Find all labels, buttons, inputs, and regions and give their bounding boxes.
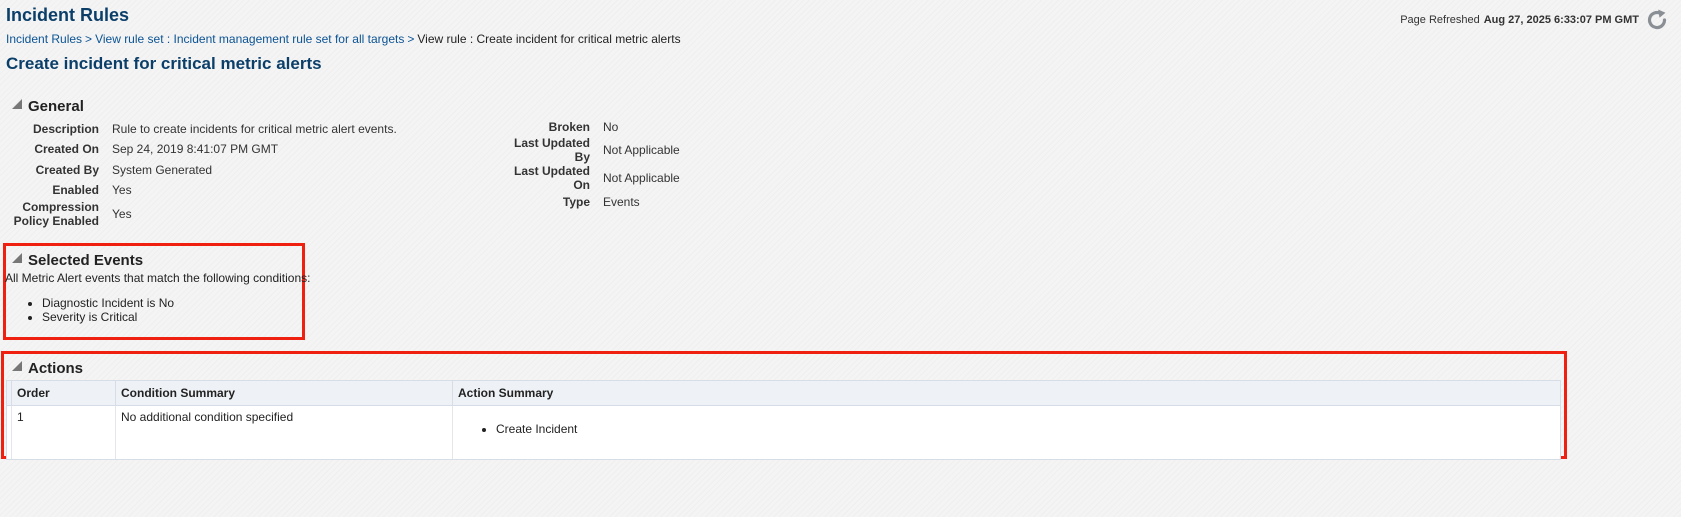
field-created-by: Created By System Generated xyxy=(0,159,397,180)
condition-item: Severity is Critical xyxy=(42,310,174,324)
selected-events-description: All Metric Alert events that match the f… xyxy=(5,271,311,285)
field-last-updated-on: Last Updated On Not Applicable xyxy=(490,164,680,192)
field-description: Description Rule to create incidents for… xyxy=(0,118,397,139)
field-value: Events xyxy=(603,195,640,209)
field-label: Type xyxy=(562,195,590,209)
field-label-line: Last Updated xyxy=(513,164,590,178)
field-last-updated-by: Last Updated By Not Applicable xyxy=(490,136,680,164)
field-value: Yes xyxy=(112,182,132,197)
action-item: Create Incident xyxy=(496,422,1555,436)
field-broken: Broken No xyxy=(490,118,680,136)
field-label-line: Compression xyxy=(22,200,99,214)
collapse-triangle-icon xyxy=(12,98,22,109)
field-value: Rule to create incidents for critical me… xyxy=(112,121,397,136)
field-label: Created By xyxy=(35,162,99,177)
refresh-label: Page Refreshed xyxy=(1400,14,1480,26)
breadcrumb-incident-rules[interactable]: Incident Rules xyxy=(6,32,82,46)
column-header-action-summary[interactable]: Action Summary xyxy=(452,381,1560,406)
field-label: Compression Policy Enabled xyxy=(0,200,99,228)
field-label: Broken xyxy=(548,120,590,134)
field-label: Last Updated By xyxy=(490,136,590,164)
field-created-on: Created On Sep 24, 2019 8:41:07 PM GMT xyxy=(0,139,397,159)
field-value: Not Applicable xyxy=(603,171,680,185)
table-header-row: Order Condition Summary Action Summary xyxy=(7,381,1560,406)
collapse-triangle-icon xyxy=(12,360,22,371)
breadcrumb-separator: > xyxy=(85,32,93,46)
general-right-fields: Broken No Last Updated By Not Applicable… xyxy=(490,118,680,212)
breadcrumb: Incident Rules > View rule set : Incident … xyxy=(6,32,681,46)
breadcrumb-separator: > xyxy=(407,32,415,46)
collapse-triangle-icon xyxy=(12,252,22,263)
field-label-line: Policy Enabled xyxy=(13,214,99,228)
selected-events-section-toggle[interactable]: Selected Events xyxy=(12,252,143,269)
field-label-line: Last Updated xyxy=(513,136,590,150)
field-value: Not Applicable xyxy=(603,143,680,157)
breadcrumb-current: View rule : Create incident for critical… xyxy=(417,32,681,46)
action-list: Create Incident xyxy=(458,422,1555,436)
column-header-condition-summary[interactable]: Condition Summary xyxy=(115,381,453,406)
general-left-fields: Description Rule to create incidents for… xyxy=(0,118,397,229)
field-label: Enabled xyxy=(52,182,99,197)
field-compression-policy: Compression Policy Enabled Yes xyxy=(0,199,397,229)
table-row[interactable]: 1 No additional condition specified Crea… xyxy=(7,405,1560,459)
field-label-line: On xyxy=(573,178,590,192)
field-label: Last Updated On xyxy=(490,164,590,192)
field-value: Sep 24, 2019 8:41:07 PM GMT xyxy=(112,142,279,156)
actions-section-toggle[interactable]: Actions xyxy=(12,360,83,377)
refresh-timestamp: Aug 27, 2025 6:33:07 PM GMT xyxy=(1483,14,1639,26)
conditions-list: Diagnostic Incident is No Severity is Cr… xyxy=(0,296,174,324)
field-value: Yes xyxy=(112,207,132,221)
cell-condition: No additional condition specified xyxy=(115,405,453,459)
field-label: Description xyxy=(32,121,99,136)
condition-item: Diagnostic Incident is No xyxy=(42,296,174,310)
field-value: System Generated xyxy=(112,162,213,177)
field-enabled: Enabled Yes xyxy=(0,180,397,199)
cell-actions: Create Incident xyxy=(452,405,1560,459)
field-value: No xyxy=(603,120,619,134)
page-refresh-status: Page Refreshed Aug 27, 2025 6:33:07 PM G… xyxy=(1400,8,1669,32)
app-title: Incident Rules xyxy=(6,5,130,25)
general-section-title: General xyxy=(28,98,84,115)
general-section-toggle[interactable]: General xyxy=(12,98,84,115)
field-label: Created On xyxy=(34,142,99,156)
column-header-order[interactable]: Order xyxy=(11,381,116,406)
breadcrumb-view-rule-set[interactable]: View rule set : Incident management rule… xyxy=(95,32,404,46)
page-title: Create incident for critical metric aler… xyxy=(6,54,322,73)
field-label-line: By xyxy=(574,150,590,164)
selected-events-title: Selected Events xyxy=(28,252,144,269)
actions-table: Order Condition Summary Action Summary 1… xyxy=(6,380,1561,460)
actions-title: Actions xyxy=(28,360,84,377)
field-type: Type Events xyxy=(490,192,680,212)
refresh-icon[interactable] xyxy=(1645,8,1669,32)
cell-order: 1 xyxy=(11,405,116,459)
